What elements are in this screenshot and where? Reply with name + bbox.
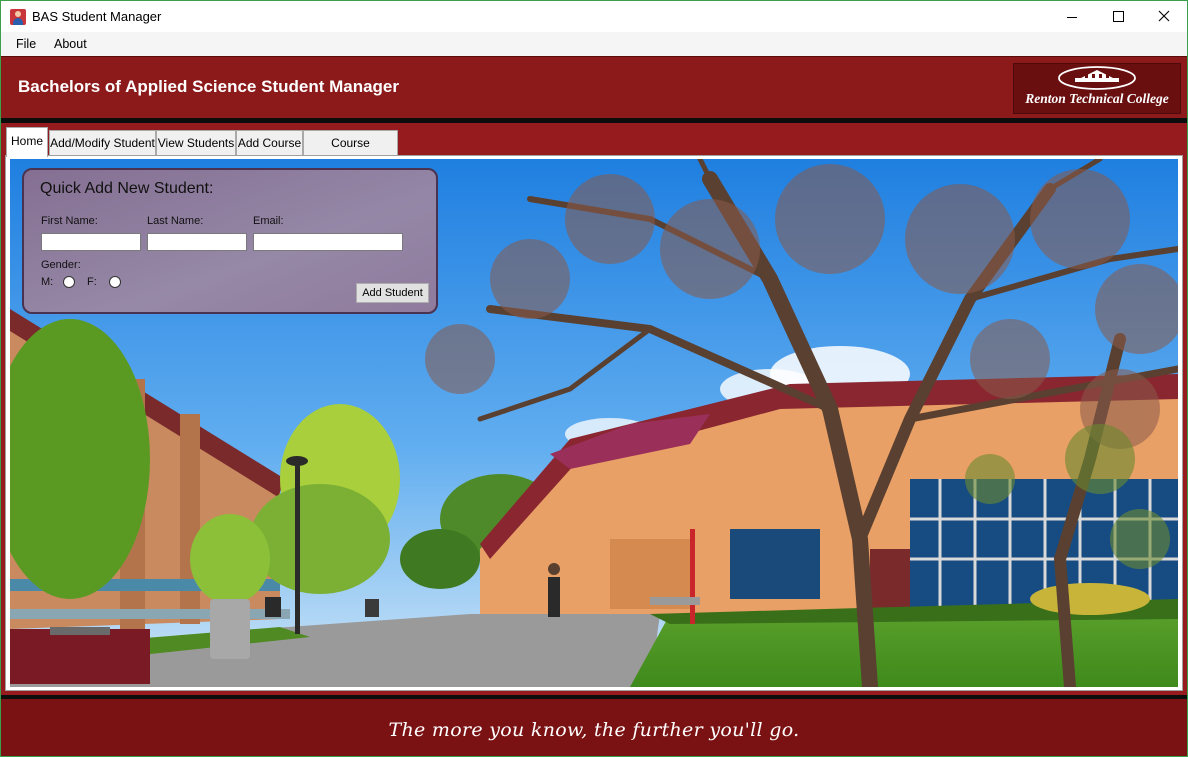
tab-add-course[interactable]: Add Course <box>236 130 303 156</box>
male-label: M: <box>41 276 54 288</box>
quick-add-title: Quick Add New Student: <box>40 180 214 197</box>
menu-bar: File About <box>1 32 1187 56</box>
maximize-button[interactable] <box>1095 1 1141 32</box>
title-bar[interactable]: BAS Student Manager <box>1 1 1187 32</box>
footer-tagline: The more you know, the further you'll go… <box>388 719 800 741</box>
last-name-label: Last Name: <box>147 215 204 227</box>
add-student-button[interactable]: Add Student <box>356 283 429 303</box>
close-button[interactable] <box>1141 1 1187 32</box>
gender-label: Gender: <box>41 259 81 271</box>
logo-emblem-icon <box>1058 66 1136 90</box>
male-radio[interactable] <box>63 276 75 288</box>
email-label: Email: <box>253 215 284 227</box>
quick-add-panel: Quick Add New Student: First Name: Last … <box>22 168 438 314</box>
minimize-button[interactable] <box>1049 1 1095 32</box>
student-app-icon <box>10 9 26 25</box>
female-label: F: <box>87 276 97 288</box>
first-name-label: First Name: <box>41 215 98 227</box>
menu-file[interactable]: File <box>16 37 36 51</box>
app-footer: The more you know, the further you'll go… <box>1 699 1187 756</box>
window-title: BAS Student Manager <box>32 9 162 24</box>
minimize-icon <box>1067 17 1077 18</box>
tab-home[interactable]: Home <box>6 127 48 157</box>
close-icon <box>1158 10 1170 22</box>
female-radio[interactable] <box>109 276 121 288</box>
tab-view-students[interactable]: View Students <box>156 130 236 156</box>
app-window: BAS Student Manager File About Bachelors… <box>0 0 1188 757</box>
tab-add-modify-student[interactable]: Add/Modify Student <box>49 130 156 156</box>
college-logo: Renton Technical College <box>1013 63 1181 114</box>
email-field[interactable] <box>253 233 403 251</box>
first-name-field[interactable] <box>41 233 141 251</box>
last-name-field[interactable] <box>147 233 247 251</box>
menu-about[interactable]: About <box>54 37 87 51</box>
maximize-icon <box>1113 11 1124 22</box>
tab-course-enrollment[interactable]: Course Enrollment <box>303 130 398 175</box>
header-title: Bachelors of Applied Science Student Man… <box>18 77 400 96</box>
app-header: Bachelors of Applied Science Student Man… <box>1 56 1187 119</box>
logo-text: Renton Technical College <box>1025 91 1169 106</box>
